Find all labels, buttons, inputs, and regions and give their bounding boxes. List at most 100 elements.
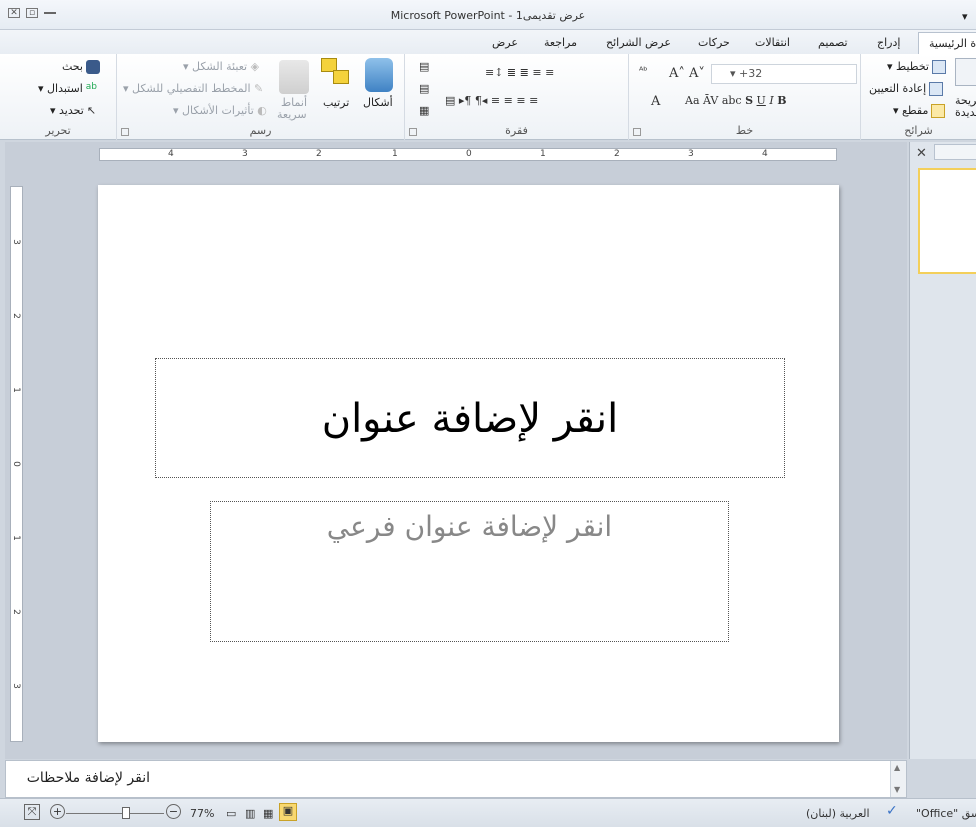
line-spacing-icon[interactable]: ≡↕ ≣ ≣ ≡ ≡ (485, 66, 554, 79)
tab-design[interactable]: تصميم (818, 36, 848, 49)
group-drawing: ▾ تعبئة الشكل ◈ ▾ المخطط التفصيلي للشكل … (116, 54, 404, 140)
reading-view-icon[interactable]: ▥ (245, 807, 255, 820)
zoom-out-icon[interactable]: − (166, 804, 181, 819)
window-title: Microsoft PowerPoint - عرض تقديمى1 (390, 9, 586, 22)
tab-insert[interactable]: إدراج (877, 36, 900, 49)
notes-pane[interactable]: انقر لإضافة ملاحظات ▲ ▼ (5, 760, 907, 798)
ruler-label: 2 (614, 149, 620, 159)
quick-styles-label2: سريعة (277, 108, 307, 121)
arrange-icon[interactable] (321, 58, 351, 88)
notes-placeholder[interactable]: انقر لإضافة ملاحظات (27, 770, 150, 786)
group-paragraph: ≡↕ ≣ ≣ ≡ ≡ ▤ ▸¶ ¶◂ ≡ ≡ ≡ ≡ ▤ ▤ ▦ فقرة (404, 54, 628, 140)
group-label-editing: تحرير (45, 124, 71, 137)
shapes-icon[interactable] (365, 58, 393, 92)
ruler-label: 0 (10, 461, 21, 467)
tab-home[interactable]: ة الرئيسية (918, 32, 976, 56)
tab-transitions[interactable]: انتقالات (755, 36, 790, 49)
quick-styles-icon[interactable] (279, 60, 309, 94)
reset-icon (929, 82, 944, 96)
ruler-label: 0 (466, 149, 472, 159)
group-label-slides: شرائح (904, 124, 933, 137)
subtitle-placeholder[interactable]: انقر لإضافة عنوان فرعي (210, 501, 729, 642)
font-format-buttons[interactable]: Aa ĀV abc S U I B (685, 94, 787, 107)
tab-view[interactable]: عرض (492, 36, 518, 49)
font-launcher-icon[interactable] (633, 128, 641, 136)
replace-icon: ab (85, 82, 97, 92)
close-icon[interactable]: ✕ (916, 146, 927, 161)
ruler-label: 3 (242, 149, 248, 159)
section-button[interactable]: ▾ مقطع (893, 104, 946, 118)
horizontal-ruler: 4 3 2 1 0 1 2 3 4 (99, 148, 837, 161)
scroll-up-icon[interactable]: ▲ (894, 763, 900, 772)
align-icons[interactable]: ▤ ▸¶ ¶◂ ≡ ≡ ≡ ≡ (445, 94, 538, 107)
text-direction-icon[interactable]: ▤ (419, 60, 429, 73)
find-button[interactable]: بحث (62, 60, 100, 74)
clear-format-icon[interactable]: ᴬᵇ (639, 66, 648, 77)
ruler-label: 2 (10, 313, 21, 319)
zoom-level[interactable]: 77% (190, 807, 214, 820)
shape-outline-button[interactable]: ▾ المخطط التفصيلي للشكل ✎ (123, 82, 263, 95)
slideshow-view-icon[interactable]: ▭ (226, 807, 236, 820)
align-text-icon[interactable]: ▤ (419, 82, 429, 95)
zoom-slider-handle[interactable] (122, 807, 130, 819)
sorter-view-icon[interactable]: ▦ (263, 807, 273, 820)
notes-scrollbar[interactable]: ▲ ▼ (890, 761, 906, 797)
title-bar: ✕ ▫ Microsoft PowerPoint - عرض تقديمى1 ▾ (0, 0, 976, 30)
group-editing: بحث ▾ استبدال ab ▾ تحديد ↖ تحرير (0, 54, 116, 140)
font-size-select[interactable]: ▾ +32 (711, 64, 857, 84)
scroll-down-icon[interactable]: ▼ (894, 785, 900, 794)
slide-thumbnail[interactable] (918, 168, 976, 274)
ruler-label: 4 (762, 149, 768, 159)
ruler-label: 2 (316, 149, 322, 159)
reset-button[interactable]: إعادة التعيين (869, 82, 944, 96)
ribbon: بحث ▾ استبدال ab ▾ تحديد ↖ تحرير ▾ تعبئة ا… (0, 54, 976, 140)
zoom-slider[interactable] (66, 813, 164, 814)
vertical-ruler: 3 2 1 0 1 2 3 (10, 186, 23, 742)
shapes-button[interactable]: أشكال (363, 96, 393, 109)
slide-canvas[interactable]: انقر لإضافة عنوان انقر لإضافة عنوان فرعي (98, 185, 839, 742)
slides-thumbnail-pane: ✕ (909, 142, 976, 759)
language-status[interactable]: العربية (لبنان) (806, 807, 870, 820)
arrange-button[interactable]: ترتيب (323, 96, 349, 109)
group-label-drawing: رسم (249, 124, 272, 137)
new-slide-icon[interactable] (955, 58, 976, 86)
new-slide-label2: جديدة (955, 106, 976, 119)
shape-effects-button[interactable]: ▾ تأثيرات الأشكال ◐ (173, 104, 267, 117)
paint-bucket-icon: ◈ (250, 60, 260, 73)
group-label-font: خط (735, 124, 754, 137)
cursor-icon: ↖ (86, 104, 97, 117)
spellcheck-icon[interactable]: ✓ (886, 803, 898, 819)
status-bar: ⤧ + − 77% ▭ ▥ ▦ ▣ العربية (لبنان) ✓ "Off… (0, 798, 976, 827)
ruler-label: 3 (10, 239, 21, 245)
grow-font-button[interactable]: A˄ A˅ (669, 66, 705, 81)
title-placeholder[interactable]: انقر لإضافة عنوان (155, 358, 785, 478)
ruler-label: 1 (540, 149, 546, 159)
ribbon-tabs: ? ⌃ ة الرئيسية إدراج تصميم انتقالات حركا… (0, 30, 976, 80)
tab-animations[interactable]: حركات (698, 36, 730, 49)
paragraph-launcher-icon[interactable] (409, 128, 417, 136)
zoom-in-icon[interactable]: + (50, 804, 65, 819)
group-label-paragraph: فقرة (505, 124, 528, 137)
layout-button[interactable]: ▾ تخطيط (887, 60, 946, 74)
tab-slideshow[interactable]: عرض الشرائح (606, 36, 671, 49)
replace-button[interactable]: ▾ استبدال ab (38, 82, 100, 96)
ruler-label: 1 (10, 387, 21, 393)
tab-review[interactable]: مراجعة (544, 36, 577, 49)
group-font: ᴬᵇ A˄ A˅ ▾ +32 A Aa ĀV abc S U I B خط (628, 54, 860, 140)
fit-icon[interactable]: ⤧ (24, 804, 40, 820)
pen-icon: ✎ (254, 82, 264, 95)
ruler-label: 1 (10, 535, 21, 541)
shape-fill-button[interactable]: ▾ تعبئة الشكل ◈ (183, 60, 259, 73)
section-icon (931, 104, 946, 118)
smartart-icon[interactable]: ▦ (419, 104, 429, 117)
normal-view-icon[interactable]: ▣ (279, 803, 297, 821)
binoculars-icon (85, 60, 100, 74)
drawing-launcher-icon[interactable] (121, 128, 129, 136)
group-slides: ▾ تخطيط إعادة التعيين ▾ مقطع شريحة جديدة… (860, 54, 976, 140)
tab-slides-pane[interactable] (934, 144, 976, 160)
font-color-button[interactable]: A (651, 94, 660, 109)
quick-access-dropdown-icon[interactable]: ▾ (962, 10, 972, 23)
theme-status[interactable]: "Office" سق (916, 807, 976, 820)
select-button[interactable]: ▾ تحديد ↖ (50, 104, 101, 118)
layout-icon (931, 60, 946, 74)
